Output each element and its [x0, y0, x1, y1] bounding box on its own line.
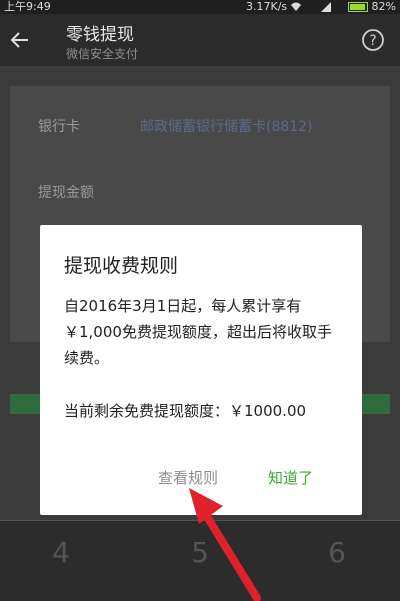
status-time: 上午9:49 — [4, 0, 51, 13]
svg-text:?: ? — [369, 33, 376, 49]
keypad-key-6[interactable]: 6 — [317, 536, 357, 569]
dialog-title: 提现收费规则 — [64, 255, 179, 277]
status-bar: 上午9:49 3.17K/s 82% — [0, 0, 400, 14]
bank-card-label: 银行卡 — [38, 119, 80, 135]
page-title: 零钱提现 — [66, 25, 134, 45]
status-network-speed: 3.17K/s — [246, 0, 288, 13]
withdraw-amount-label: 提现金额 — [38, 185, 94, 201]
title-bar: 零钱提现 微信安全支付 ? — [0, 14, 400, 66]
battery-level: 82% — [371, 0, 396, 13]
wifi-icon — [291, 2, 301, 11]
battery-icon — [348, 2, 368, 12]
back-arrow-icon[interactable] — [8, 28, 32, 52]
signal-icon — [321, 2, 331, 12]
bank-card-value[interactable]: 邮政储蓄银行储蓄卡(8812) — [140, 116, 313, 136]
dialog-remaining-quota: 当前剩余免费提现额度：￥1000.00 — [64, 402, 307, 420]
fee-rules-dialog: 提现收费规则 自2016年3月1日起，每人累计享有￥1,000免费提现额度，超出… — [40, 225, 362, 515]
dialog-rule-text: 自2016年3月1日起，每人累计享有￥1,000免费提现额度，超出后将收取手续费… — [64, 297, 332, 367]
help-icon[interactable]: ? — [361, 28, 385, 52]
keypad-key-4[interactable]: 4 — [41, 536, 81, 569]
page-subtitle: 微信安全支付 — [66, 47, 139, 61]
annotation-arrow-icon — [189, 488, 261, 601]
